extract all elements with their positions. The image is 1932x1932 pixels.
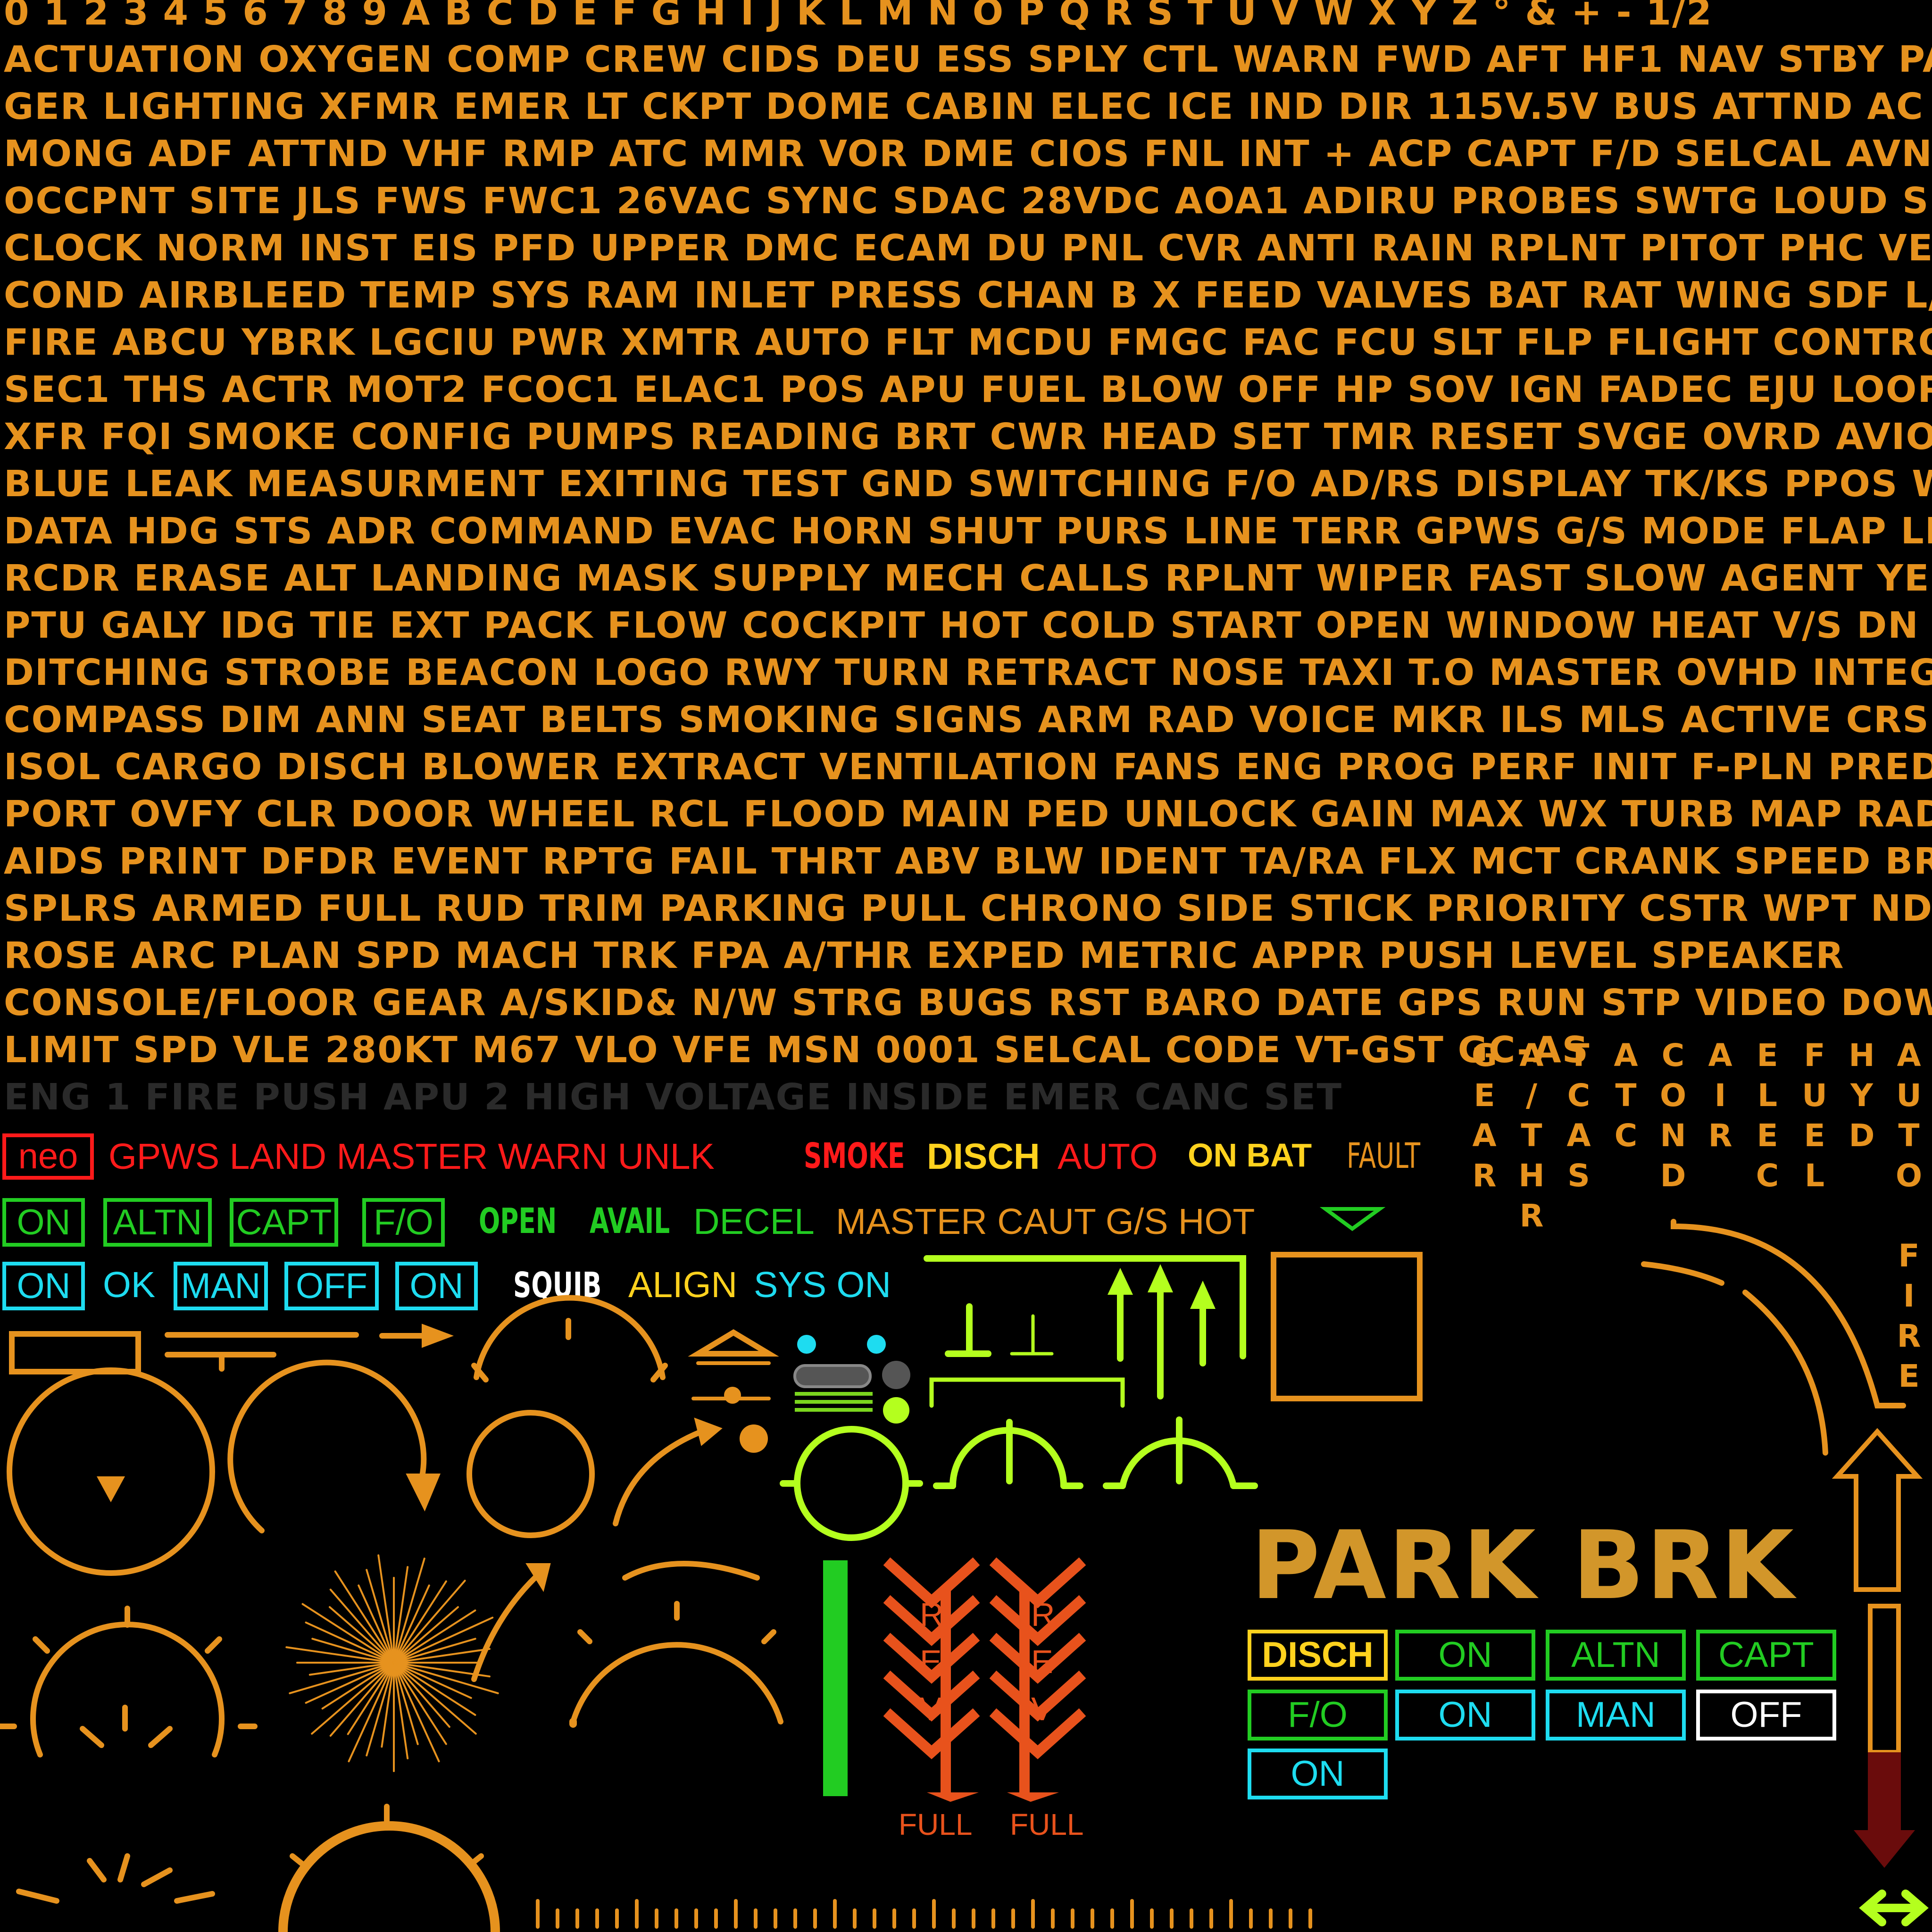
green-bar <box>823 1560 848 1796</box>
up-arrows-icon <box>1117 1280 1206 1399</box>
up-arrow-outline-icon <box>1832 1428 1923 1592</box>
small-rectangle <box>9 1331 141 1374</box>
big-arc-right <box>1671 1219 1882 1408</box>
gauge-dial-lower-left <box>30 1622 225 1757</box>
curved-arrow-icon <box>613 1426 710 1526</box>
arc-right-small-2 <box>1742 1290 1828 1456</box>
texture-atlas: 0 1 2 3 4 5 6 7 8 9 A B C D E F G H I J … <box>0 0 1932 1932</box>
right-arrow-icon <box>379 1324 454 1348</box>
chevron-down-icon <box>1319 1207 1386 1231</box>
reverser-symbol <box>883 1557 1086 1792</box>
triangle-icon <box>688 1329 779 1357</box>
gauge-circle-left <box>7 1367 215 1576</box>
square-frame <box>1271 1252 1423 1401</box>
down-arrow-red-icon <box>1854 1752 1915 1868</box>
cyan-dot <box>867 1335 886 1354</box>
arc-right-small <box>1641 1261 1724 1286</box>
slider-knob <box>724 1387 741 1404</box>
slot-outline <box>1868 1604 1901 1755</box>
arc-small <box>622 1561 760 1581</box>
ruler-ticks <box>536 1899 1312 1929</box>
lime-dot <box>883 1397 909 1424</box>
circular-arrow-icon <box>227 1359 427 1533</box>
gauge-circle-mid <box>466 1410 595 1538</box>
arrow-up-arc <box>471 1568 545 1682</box>
half-gauge-bottom <box>278 1821 500 1932</box>
starburst-icon <box>285 1554 499 1772</box>
amber-dot <box>740 1424 768 1453</box>
half-gauge-mid <box>570 1642 783 1724</box>
sun-tick <box>16 1889 59 1904</box>
grey-pill <box>793 1364 872 1388</box>
double-arrow-icon <box>1859 1890 1929 1926</box>
lime-circle <box>794 1426 909 1541</box>
gauge-symbol-sheet <box>0 1207 1929 1932</box>
cyan-dot <box>797 1335 816 1354</box>
hydraulic-symbol <box>945 1303 1054 1357</box>
pointer-triangle-icon <box>97 1476 125 1502</box>
grey-knob <box>882 1361 910 1389</box>
